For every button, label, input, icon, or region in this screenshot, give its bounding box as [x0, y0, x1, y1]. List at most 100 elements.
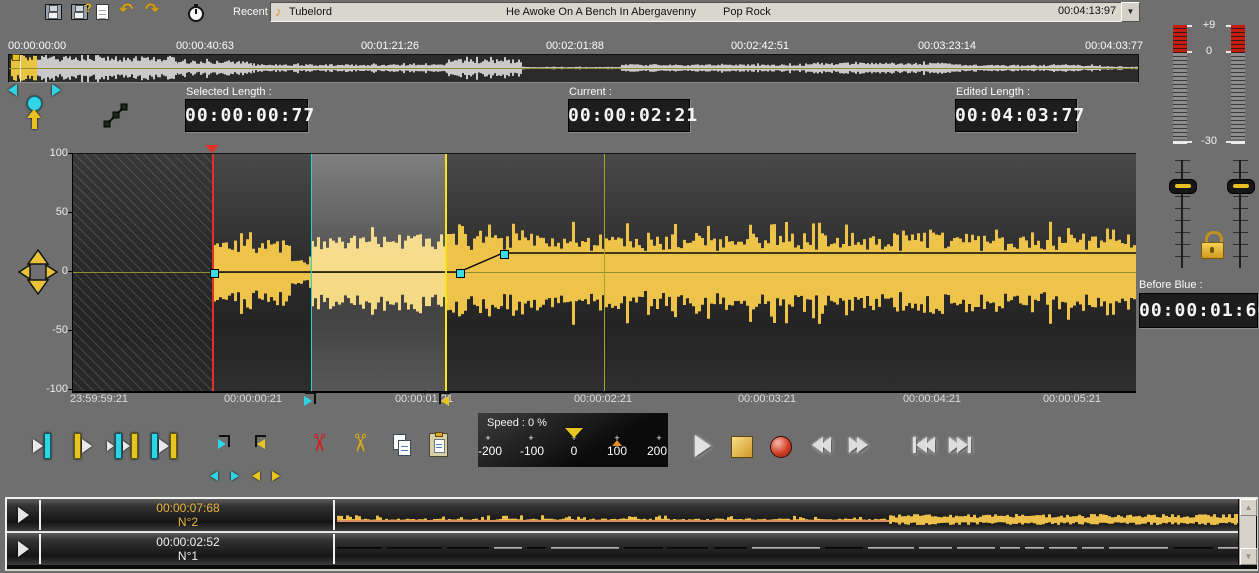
trim-button[interactable]: ✂: [346, 433, 372, 454]
play-button[interactable]: [695, 435, 711, 457]
fast-forward-button[interactable]: [849, 437, 868, 453]
speed-scale-label: 100: [607, 444, 627, 458]
scrollbar-up-button[interactable]: ▲: [1240, 499, 1257, 516]
volume-slider-right[interactable]: [1233, 160, 1248, 268]
timer-button[interactable]: [188, 6, 204, 22]
volume-slider-left[interactable]: [1175, 160, 1190, 268]
track-2-waveform: [337, 499, 1238, 531]
paste-button[interactable]: [429, 433, 448, 457]
meter-minus30-label: -30: [1188, 135, 1230, 147]
nudge-cyan-left-button[interactable]: [210, 471, 218, 481]
envelope-node[interactable]: [500, 250, 509, 259]
play-between-markers-button[interactable]: [151, 433, 177, 459]
track-row-1[interactable]: 00:00:02:52 N°1: [7, 533, 1238, 565]
speed-tick: +: [653, 433, 665, 443]
play-from-yellow-button[interactable]: [74, 433, 92, 459]
x-axis-label: 00:00:04:21: [903, 393, 961, 405]
track-1-load-button[interactable]: [9, 536, 37, 562]
yellow-marker-flag[interactable]: [438, 392, 452, 407]
recent-items-dropdown-button[interactable]: ▼: [1121, 2, 1140, 22]
undo-icon: ↶: [119, 0, 133, 19]
cue-person-button[interactable]: [25, 96, 43, 130]
vu-meter-right: [1231, 25, 1245, 146]
goto-cyan-marker-button[interactable]: [33, 433, 51, 459]
timeline-label: 00:00:00:00: [8, 40, 66, 52]
y-axis-label: 50: [40, 206, 68, 218]
recent-items-combobox[interactable]: ♪ Tubelord He Awoke On A Bench In Aberga…: [270, 2, 1122, 22]
track-2-load-button[interactable]: [9, 502, 37, 528]
scroll-left-button[interactable]: [8, 84, 17, 96]
speed-tick: +: [482, 433, 494, 443]
scroll-down-icon: ▼: [1245, 552, 1253, 561]
play-arrow-icon: [18, 541, 29, 557]
y-axis-label: 100: [40, 147, 68, 159]
y-axis-label: -50: [40, 324, 68, 336]
copy-button[interactable]: [393, 434, 413, 458]
overview-cursor[interactable]: [20, 55, 21, 82]
pad-down-button: [28, 280, 48, 294]
scissors-yellow-icon: ✂: [345, 433, 373, 454]
yellow-marker-line[interactable]: [445, 154, 447, 391]
nudge-yellow-left-button[interactable]: [252, 471, 260, 481]
cyan-marker-line[interactable]: [311, 154, 312, 391]
stop-button[interactable]: [731, 436, 753, 458]
set-yellow-marker-button[interactable]: [254, 435, 268, 450]
overview-strip[interactable]: [8, 54, 1139, 83]
scrollbar-down-button[interactable]: ▼: [1240, 548, 1257, 565]
record-button[interactable]: [770, 436, 792, 458]
redo-icon: ↷: [145, 0, 159, 19]
x-axis-label: 00:00:03:21: [738, 393, 796, 405]
speed-scale-label: -100: [520, 444, 544, 458]
speed-scale-label: 200: [647, 444, 667, 458]
speed-slider-panel[interactable]: Speed : 0 % + + + + + -200 -100 0 100 20…: [478, 413, 668, 467]
new-document-button[interactable]: [96, 4, 109, 20]
cyan-marker-flag[interactable]: [303, 392, 317, 407]
x-axis-label: 00:00:00:21: [224, 393, 282, 405]
track-2-name: N°2: [43, 515, 333, 529]
cut-button[interactable]: ✂: [305, 433, 331, 454]
pad-left-button: [19, 265, 30, 279]
main-waveform-view[interactable]: [72, 153, 1136, 393]
envelope-edit-button[interactable]: [103, 103, 128, 128]
select-between-markers-button[interactable]: [107, 433, 138, 459]
envelope-node[interactable]: [456, 269, 465, 278]
audio-editor-window: ? ↶ ↷ Recent Items : ♪ Tubelord He Awoke…: [0, 0, 1259, 573]
timeline-label: 00:04:03:77: [1085, 40, 1143, 52]
scroll-right-button[interactable]: [52, 84, 61, 96]
set-cyan-marker-button[interactable]: [217, 435, 231, 450]
selected-length-display: 00:00:00:77: [185, 99, 308, 132]
current-display: 00:00:02:21: [568, 99, 690, 132]
speed-secondary-marker: [612, 440, 622, 446]
overview-waveform: [9, 55, 1138, 82]
save-button[interactable]: [45, 4, 62, 20]
track-list-scrollbar[interactable]: ▲ ▼: [1239, 499, 1256, 565]
overview-view-marker: [12, 54, 20, 61]
undo-button[interactable]: ↶: [119, 2, 133, 18]
x-axis-label: 23:59:59:21: [70, 393, 128, 405]
volume-slider-left-handle[interactable]: [1169, 179, 1197, 194]
rewind-button[interactable]: [812, 437, 831, 453]
speed-handle[interactable]: [565, 428, 583, 438]
up-arrow-stem: [32, 117, 37, 129]
skip-to-end-button[interactable]: [949, 437, 971, 453]
meter-plus9-label: +9: [1188, 19, 1230, 31]
nudge-yellow-right-button[interactable]: [272, 471, 280, 481]
speed-label: Speed : 0 %: [487, 417, 547, 429]
save-as-button[interactable]: ?: [71, 4, 88, 20]
redo-button[interactable]: ↷: [145, 2, 159, 18]
start-marker-handle[interactable]: [205, 145, 219, 153]
skip-to-start-button[interactable]: [913, 437, 935, 453]
x-axis-label: 00:00:02:21: [574, 393, 632, 405]
envelope-node[interactable]: [210, 269, 219, 278]
current-label: Current :: [569, 86, 612, 98]
lock-body: [1201, 242, 1224, 259]
slider-link-lock-button[interactable]: [1201, 231, 1225, 259]
timeline-label: 00:02:01:88: [546, 40, 604, 52]
timeline-label: 00:01:21:26: [361, 40, 419, 52]
waveform-nav-pad[interactable]: [16, 246, 60, 298]
track-row-2[interactable]: 00:00:07:68 N°2: [7, 499, 1238, 531]
pad-right-button: [46, 265, 57, 279]
volume-slider-right-handle[interactable]: [1227, 179, 1255, 194]
track-1-waveform: [337, 533, 1238, 565]
nudge-cyan-right-button[interactable]: [231, 471, 239, 481]
